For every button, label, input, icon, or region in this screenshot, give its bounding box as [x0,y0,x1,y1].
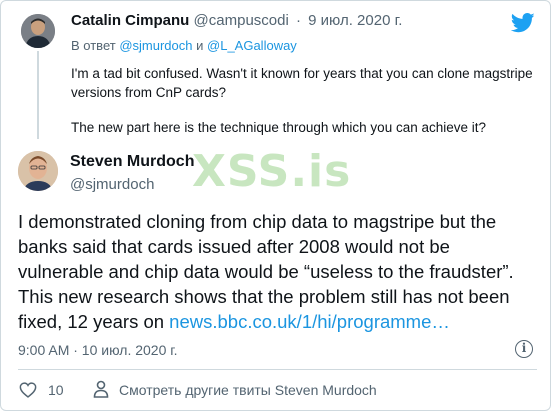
thread-connector-line [37,51,39,139]
reply-author-name[interactable]: Catalin Cimpanu [71,12,189,29]
reply-tweet-text: I'm a tad bit confused. Wasn't it known … [71,64,541,137]
reply-handle-link-1[interactable]: @sjmurdoch [119,38,192,53]
reply-tweet-date[interactable]: 9 июл. 2020 г. [308,12,402,29]
reply-handle-link-2[interactable]: @L_AGalloway [207,38,297,53]
reply-prefix: В ответ [71,38,116,53]
news-link[interactable]: news.bbc.co.uk/1/hi/programme… [169,311,450,332]
reply-text-paragraph-1: I'm a tad bit confused. Wasn't it known … [71,66,533,100]
avatar-steven-murdoch[interactable] [18,151,58,191]
person-icon[interactable] [93,380,109,398]
reply-text-paragraph-2: The new part here is the technique throu… [71,120,487,135]
watermark-logo: XSS.is [192,146,352,197]
main-author-name[interactable]: Steven Murdoch [70,153,194,171]
reply-author-handle[interactable]: @campuscodi [194,12,289,29]
heart-icon[interactable] [19,382,37,398]
avatar-catalin-cimpanu[interactable] [21,14,55,48]
reply-tweet-header: Catalin Cimpanu @campuscodi · 9 июл. 202… [71,12,402,29]
main-tweet-text: I demonstrated cloning from chip data to… [18,209,540,334]
main-author-handle[interactable]: @sjmurdoch [70,176,154,193]
embedded-tweet-card: Catalin Cimpanu @campuscodi · 9 июл. 202… [0,0,551,411]
see-more-tweets-link[interactable]: Смотреть другие твиты Steven Murdoch [119,382,377,398]
header-separator: · [295,12,301,29]
info-icon[interactable]: i [515,340,533,358]
like-count[interactable]: 10 [48,382,64,398]
twitter-bird-icon[interactable] [511,13,535,33]
replying-to-line: В ответ @sjmurdoch и @L_AGalloway [71,38,297,53]
tweet-timestamp[interactable]: 9:00 AM · 10 июл. 2020 г. [18,342,178,358]
reply-conjunction: и [196,38,204,53]
footer-divider [18,369,537,370]
